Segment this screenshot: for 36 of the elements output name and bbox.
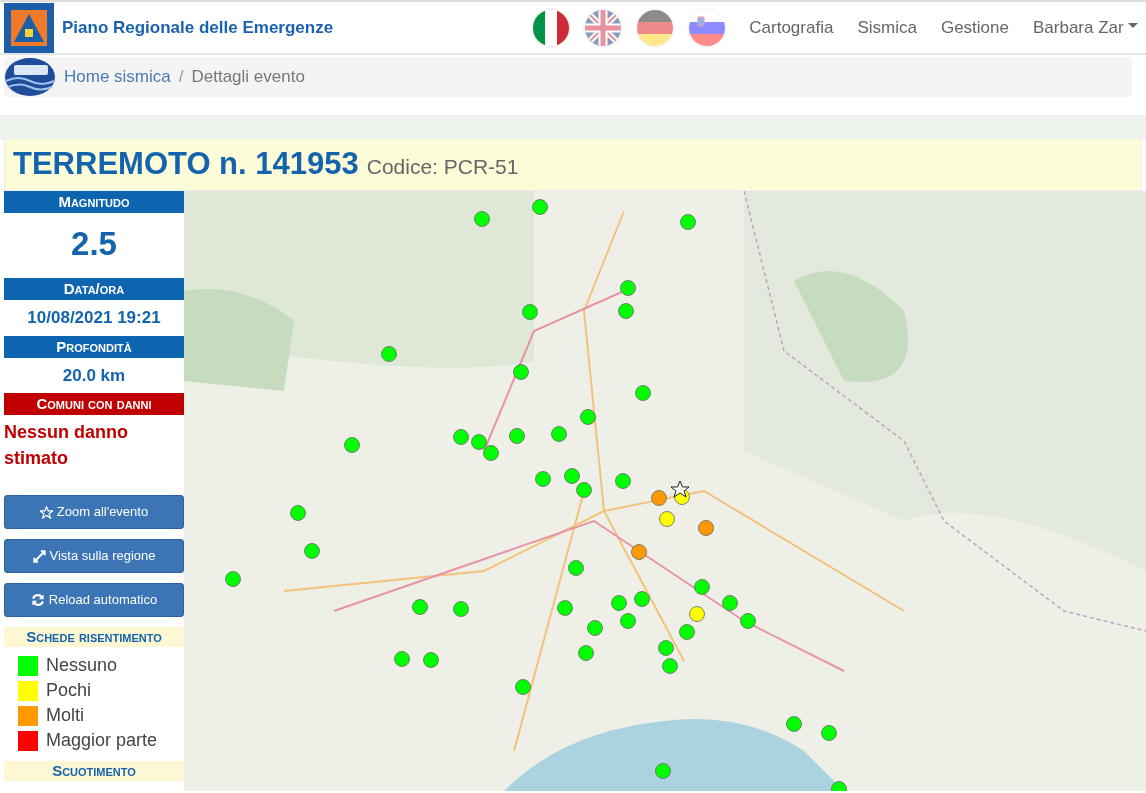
star-icon xyxy=(39,505,53,519)
section-heading: Magnitudo xyxy=(4,190,184,213)
breadcrumb-link[interactable]: Home sismica xyxy=(64,64,171,90)
breadcrumb-current: Dettagli evento xyxy=(191,66,305,89)
legend-heading: Scuotimento xyxy=(4,761,184,781)
info-value: 2.5 xyxy=(70,223,118,264)
nav-link[interactable]: Cartografia xyxy=(749,14,834,41)
legend-label: Maggior parte xyxy=(46,729,158,752)
logo-icon xyxy=(4,2,54,53)
flag-icon[interactable] xyxy=(689,9,726,46)
info-value: 10/08/2021 19:21 xyxy=(26,307,162,329)
legend-label: Molti xyxy=(46,704,84,727)
ogs-logo-icon xyxy=(4,57,56,97)
nav-link[interactable]: Sismica xyxy=(857,14,917,41)
site-title[interactable]: Piano Regionale delle Emergenze xyxy=(62,14,334,41)
event-title: TERREMOTO n. 141953 xyxy=(13,145,359,183)
event-code: Codice: PCR-51 xyxy=(366,154,519,180)
user-menu[interactable]: Barbara Zar xyxy=(1032,14,1138,41)
section-heading: Data/ora xyxy=(4,278,184,300)
expand-icon xyxy=(32,549,46,563)
legend-heading: Schede risentimento xyxy=(4,627,184,647)
nav-link[interactable]: Gestione xyxy=(940,14,1009,41)
sidebar-button[interactable]: Zoom all'evento xyxy=(4,495,184,529)
sidebar-button[interactable]: Reload automatico xyxy=(4,583,184,617)
reload-icon xyxy=(30,593,45,607)
section-heading: Comuni con danni xyxy=(4,393,184,415)
flag-icon[interactable] xyxy=(585,9,622,46)
section-heading: Profondità xyxy=(4,335,184,358)
sidebar-button[interactable]: Vista sulla regione xyxy=(4,539,184,573)
flag-icon[interactable] xyxy=(637,9,674,46)
info-value: 20.0 km xyxy=(61,364,127,387)
flag-icon[interactable] xyxy=(533,9,570,46)
legend-label: Pochi xyxy=(46,679,92,702)
legend-label: Nessuno xyxy=(46,654,118,677)
info-value: Nessun danno stimato xyxy=(4,421,129,470)
breadcrumb-separator: / xyxy=(178,66,184,89)
